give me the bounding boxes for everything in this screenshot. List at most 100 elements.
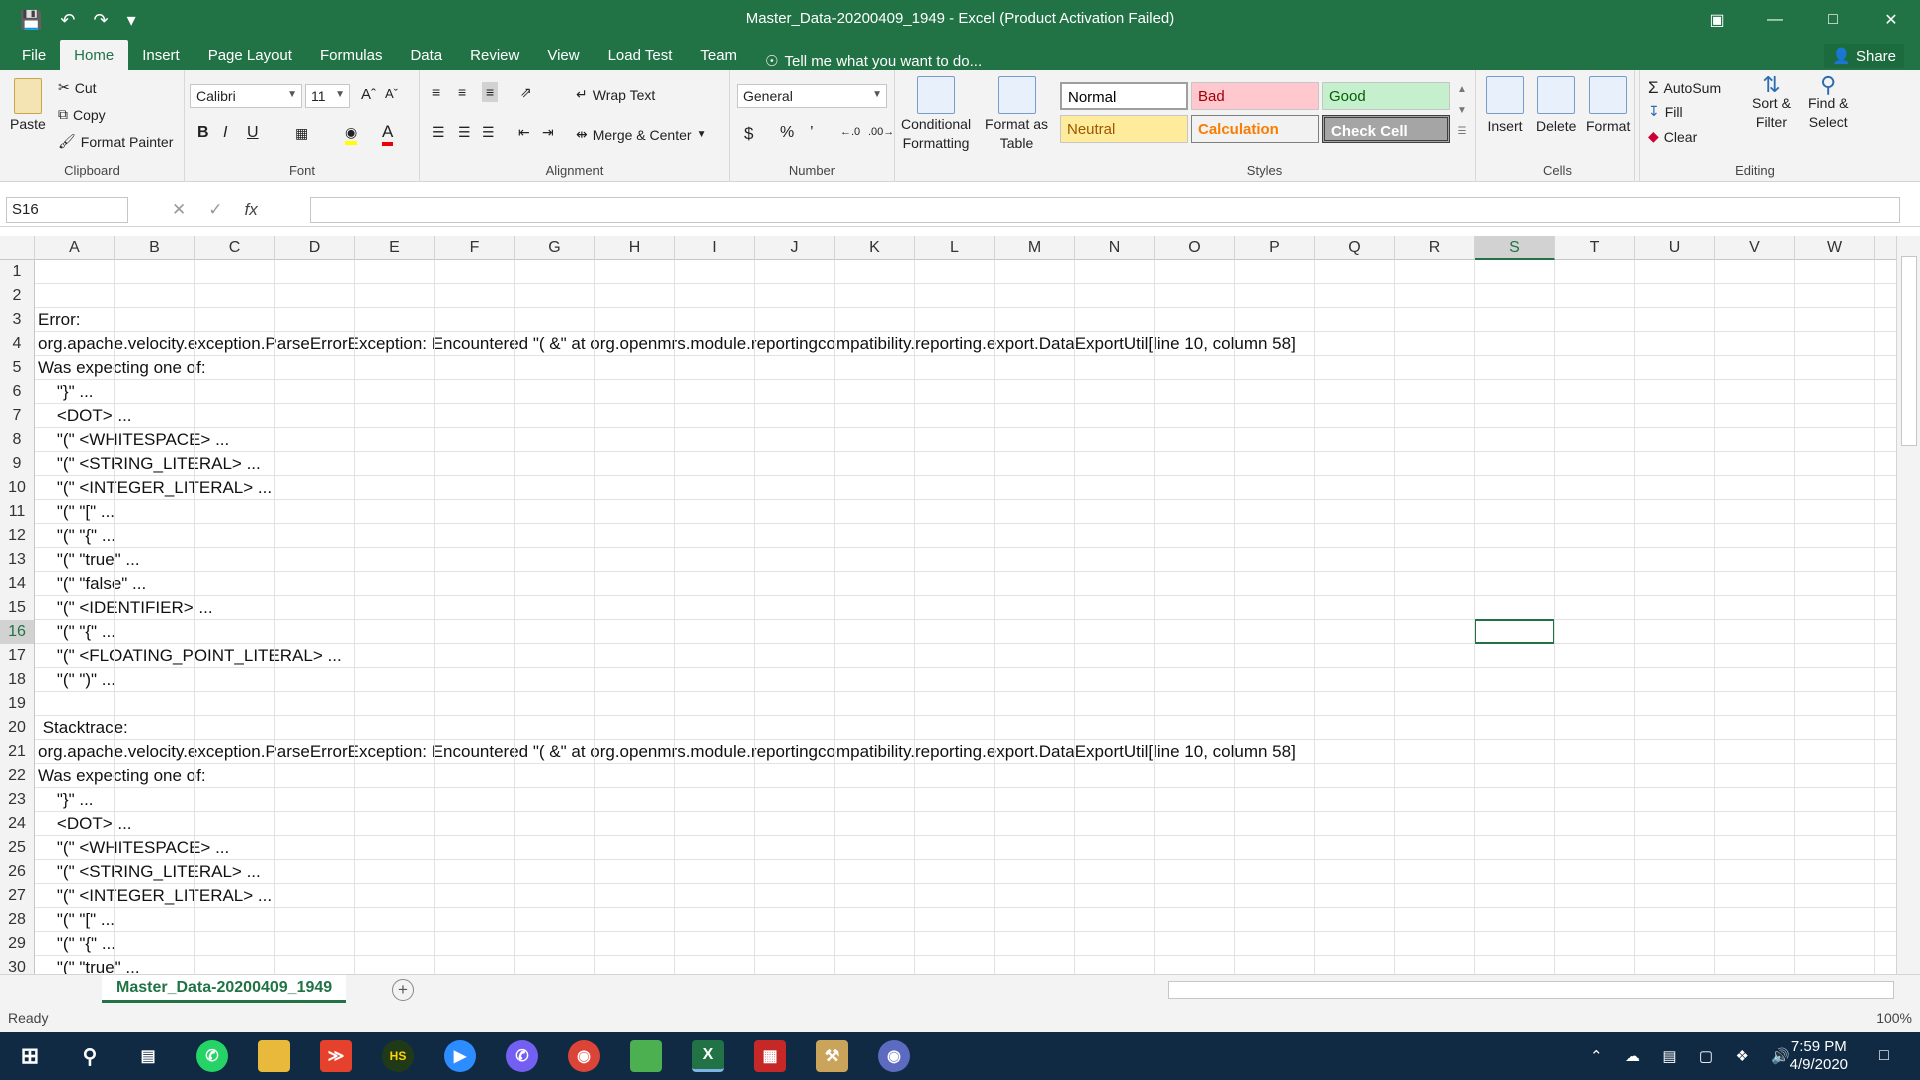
row-header[interactable]: 17 <box>0 644 35 668</box>
tools-icon[interactable]: ⚒ <box>816 1040 848 1072</box>
align-bottom-icon[interactable]: ≡ <box>482 82 499 102</box>
decrease-indent-icon[interactable]: ⇤ <box>518 124 530 141</box>
column-header-f[interactable]: F <box>435 236 515 260</box>
cell-a[interactable]: Was expecting one of: <box>38 764 206 788</box>
format-as-table-button[interactable]: Format as Table <box>985 76 1048 152</box>
file-explorer-icon[interactable] <box>258 1040 290 1072</box>
styles-scroll[interactable]: ▲ ▼ ☰ <box>1457 84 1467 137</box>
insert-function-icon[interactable]: fx <box>245 200 258 220</box>
cell-a[interactable]: Error: <box>38 308 81 332</box>
column-header-c[interactable]: C <box>195 236 275 260</box>
fill-button[interactable]: ↧ Fill <box>1648 103 1683 120</box>
align-middle-icon[interactable]: ≡ <box>458 84 466 100</box>
notifications-icon[interactable]: □ <box>1868 1040 1900 1072</box>
increase-indent-icon[interactable]: ⇥ <box>542 124 554 141</box>
column-header-t[interactable]: T <box>1555 236 1635 260</box>
cell-a[interactable]: "(" <WHITESPACE> ... <box>38 836 229 860</box>
zoom-level[interactable]: 100% <box>1876 1010 1912 1026</box>
column-header-v[interactable]: V <box>1715 236 1795 260</box>
vertical-scrollbar[interactable] <box>1896 236 1920 974</box>
tab-team[interactable]: Team <box>686 40 751 70</box>
horizontal-scrollbar[interactable] <box>1168 981 1894 999</box>
column-header-s[interactable]: S <box>1475 236 1555 260</box>
find-select-button[interactable]: ⚲ Find & Select <box>1808 74 1848 131</box>
sort-filter-button[interactable]: ⇅ Sort & Filter <box>1752 74 1791 131</box>
cell-a[interactable]: "(" "{" ... <box>38 620 116 644</box>
tab-page-layout[interactable]: Page Layout <box>194 40 306 70</box>
whatsapp-icon[interactable]: ✆ <box>196 1040 228 1072</box>
tab-data[interactable]: Data <box>396 40 456 70</box>
cell-a[interactable]: "(" <FLOATING_POINT_LITERAL> ... <box>38 644 342 668</box>
row-header[interactable]: 2 <box>0 284 35 308</box>
select-all-corner[interactable] <box>0 236 35 260</box>
zoom-app-icon[interactable]: ▶ <box>444 1040 476 1072</box>
row-header[interactable]: 26 <box>0 860 35 884</box>
row-header[interactable]: 1 <box>0 260 35 284</box>
row-header[interactable]: 10 <box>0 476 35 500</box>
viber-icon[interactable]: ✆ <box>506 1040 538 1072</box>
column-header-j[interactable]: J <box>755 236 835 260</box>
column-header-r[interactable]: R <box>1395 236 1475 260</box>
tab-insert[interactable]: Insert <box>128 40 194 70</box>
cell-a[interactable]: org.apache.velocity.exception.ParseError… <box>38 740 1296 764</box>
row-header[interactable]: 27 <box>0 884 35 908</box>
row-header[interactable]: 23 <box>0 788 35 812</box>
row-header[interactable]: 20 <box>0 716 35 740</box>
sheet-tab[interactable]: Master_Data-20200409_1949 <box>102 975 347 1003</box>
formula-input[interactable] <box>310 197 1900 223</box>
style-calculation[interactable]: Calculation <box>1191 115 1319 143</box>
column-header-k[interactable]: K <box>835 236 915 260</box>
font-size-select[interactable]: 11 ▼ <box>305 84 350 108</box>
clear-button[interactable]: ◆ Clear <box>1648 128 1697 145</box>
cell-a[interactable]: "}" ... <box>38 788 94 812</box>
style-bad[interactable]: Bad <box>1191 82 1319 110</box>
column-header-p[interactable]: P <box>1235 236 1315 260</box>
cell-a[interactable]: "(" "true" ... <box>38 956 140 974</box>
column-header-h[interactable]: H <box>595 236 675 260</box>
row-header[interactable]: 3 <box>0 308 35 332</box>
column-header-b[interactable]: B <box>115 236 195 260</box>
column-header-m[interactable]: M <box>995 236 1075 260</box>
cell-a[interactable]: "(" "[" ... <box>38 500 115 524</box>
cell-a[interactable]: "(" <STRING_LITERAL> ... <box>38 860 261 884</box>
chrome-icon[interactable]: ◉ <box>568 1040 600 1072</box>
windows-start-icon[interactable]: ⊞ <box>14 1040 46 1072</box>
row-header[interactable]: 4 <box>0 332 35 356</box>
insert-cells-button[interactable]: Insert <box>1486 76 1524 134</box>
column-header-i[interactable]: I <box>675 236 755 260</box>
row-header[interactable]: 25 <box>0 836 35 860</box>
row-header[interactable]: 18 <box>0 668 35 692</box>
cell-a[interactable]: "(" <IDENTIFIER> ... <box>38 596 213 620</box>
merge-center-button[interactable]: ⇹ Merge & Center ▼ <box>576 126 706 143</box>
minimize-icon[interactable]: — <box>1746 0 1804 40</box>
cell-a[interactable]: <DOT> ... <box>38 404 132 428</box>
selected-cell[interactable] <box>1474 619 1555 644</box>
column-header-n[interactable]: N <box>1075 236 1155 260</box>
cut-button[interactable]: ✂ Cut <box>58 79 97 96</box>
cancel-icon[interactable]: ✕ <box>172 200 186 220</box>
cell-a[interactable]: "(" <STRING_LITERAL> ... <box>38 452 261 476</box>
tab-file[interactable]: File <box>0 40 60 70</box>
number-format-select[interactable]: General ▼ <box>737 84 887 108</box>
share-button[interactable]: 👤 Share <box>1824 44 1904 68</box>
comma-button[interactable]: ’ <box>810 124 814 142</box>
row-header[interactable]: 19 <box>0 692 35 716</box>
percent-button[interactable]: % <box>780 124 794 142</box>
row-header[interactable]: 6 <box>0 380 35 404</box>
cell-a[interactable]: "}" ... <box>38 380 94 404</box>
app-icon[interactable]: ▦ <box>754 1040 786 1072</box>
cell-a[interactable]: Was expecting one of: <box>38 356 206 380</box>
cell-a[interactable]: "(" ")" ... <box>38 668 116 692</box>
font-name-select[interactable]: Calibri ▼ <box>190 84 302 108</box>
tab-load-test[interactable]: Load Test <box>594 40 687 70</box>
cell-a[interactable]: "(" "{" ... <box>38 932 116 956</box>
fill-color-button[interactable]: ◉ <box>345 124 358 145</box>
maximize-icon[interactable]: □ <box>1804 0 1862 40</box>
row-header[interactable]: 30 <box>0 956 35 974</box>
cell-a[interactable]: org.apache.velocity.exception.ParseError… <box>38 332 1296 356</box>
column-header-o[interactable]: O <box>1155 236 1235 260</box>
align-left-icon[interactable]: ☰ <box>432 124 445 141</box>
underline-button[interactable]: U <box>247 124 259 142</box>
notepad-icon[interactable] <box>630 1040 662 1072</box>
row-header[interactable]: 14 <box>0 572 35 596</box>
